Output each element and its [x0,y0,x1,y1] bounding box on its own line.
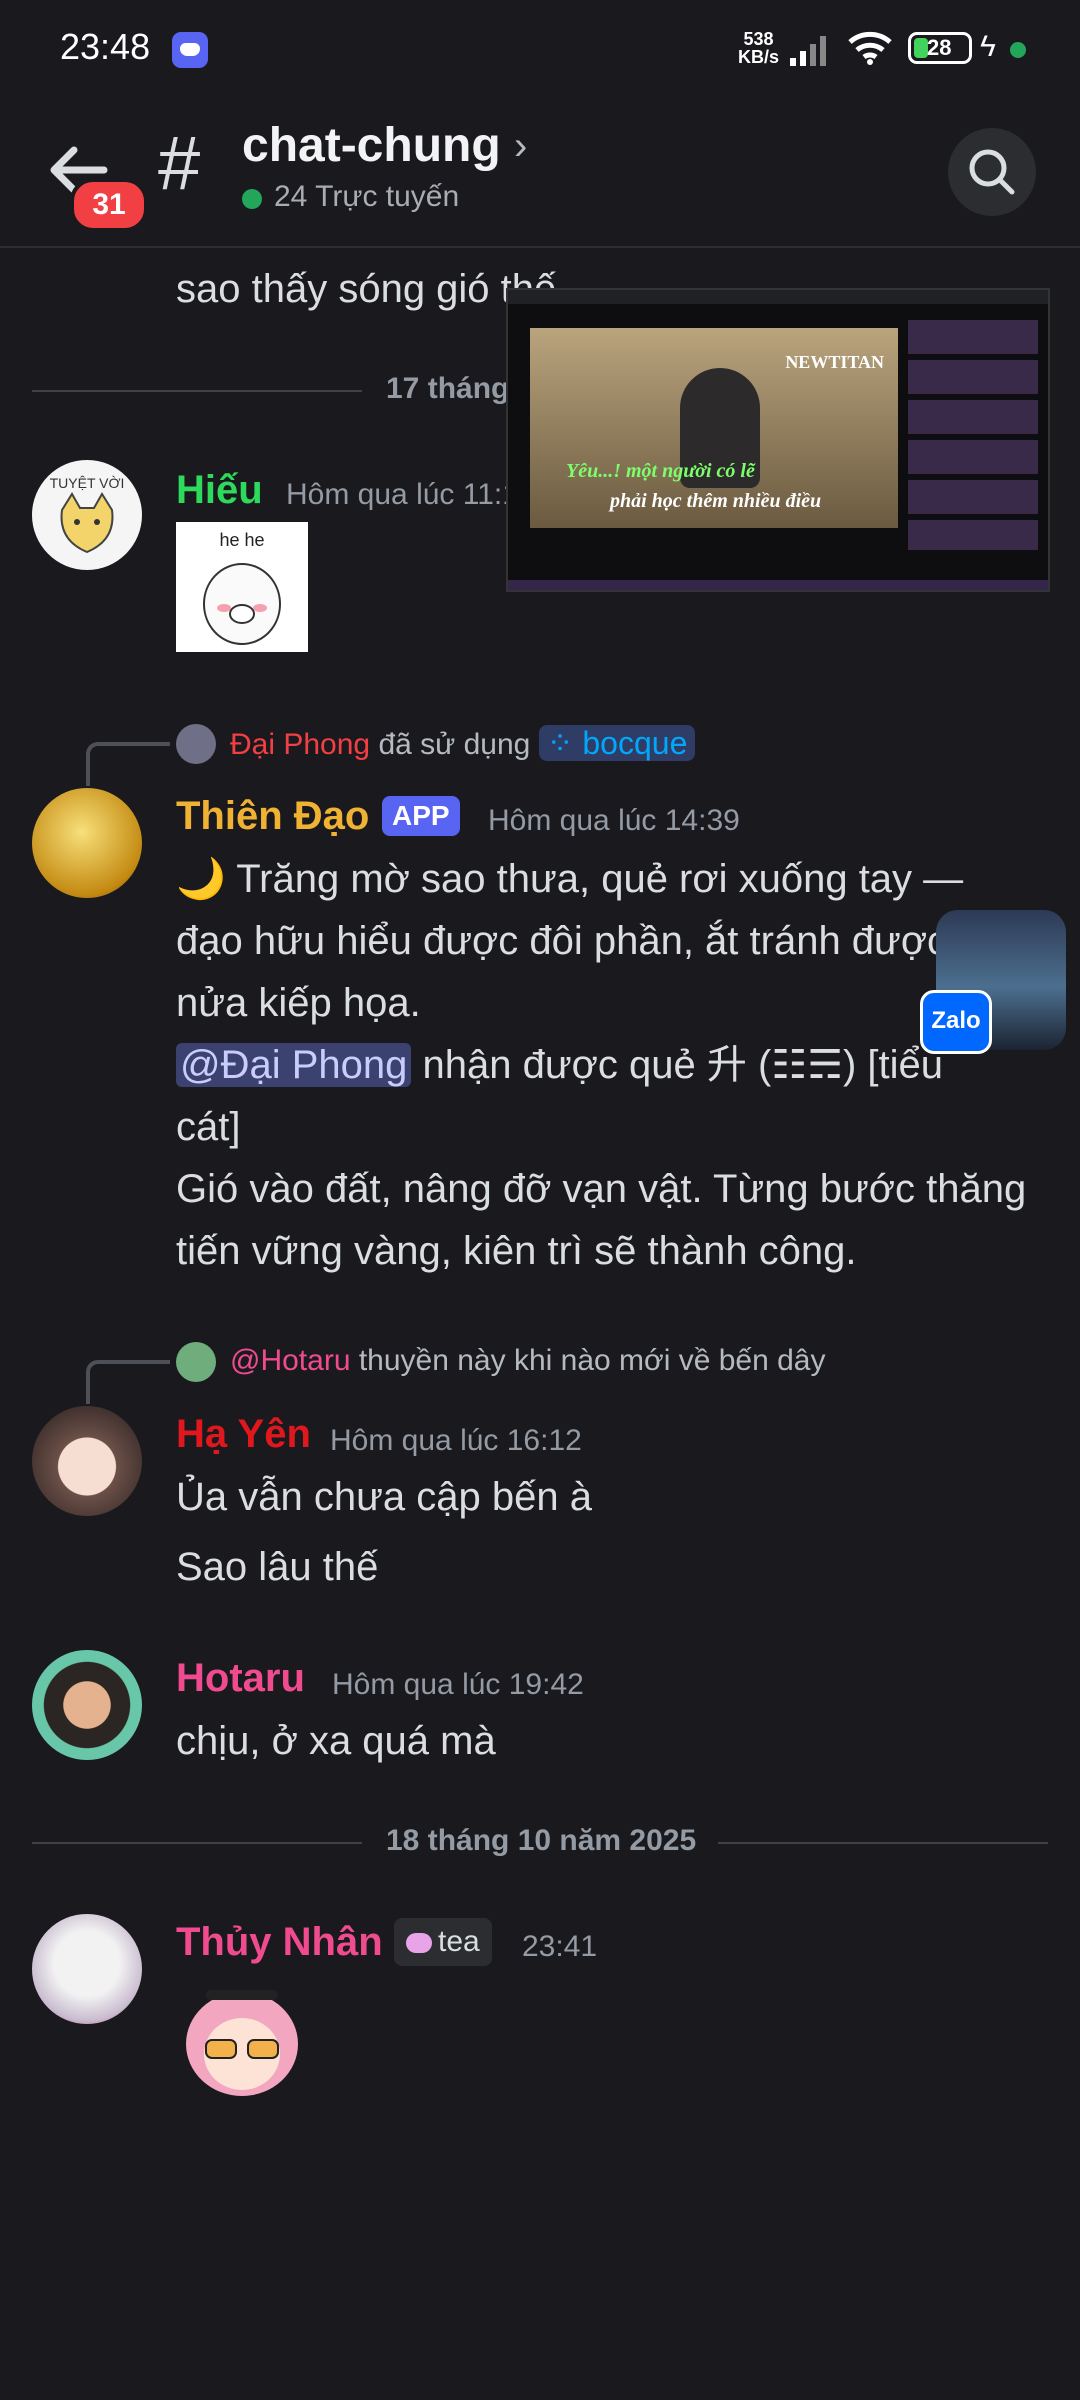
date-divider: 17 tháng [386,372,510,405]
date-divider-line [32,1842,362,1844]
zalo-floating-bubble[interactable]: Zalo [920,910,1080,1054]
message-line: Gió vào đất, nâng đỡ vạn vật. Từng bước … [176,1167,1027,1211]
reply-used-text: đã sử dụng [378,728,531,761]
message-text: sao thấy sóng gió thế [176,267,557,311]
battery-icon: 28 [908,32,972,64]
sticker-hehe[interactable]: he he [176,522,308,652]
timestamp: 23:41 [522,1930,598,1963]
avatar-hieu-text: TUYỆT VỜI [50,475,125,491]
user-mention[interactable]: @Đại Phong [176,1043,412,1087]
message-text: chịu, ở xa quá mà [176,1719,496,1763]
avatar-hotaru[interactable] [32,1650,142,1760]
search-button[interactable] [948,128,1036,216]
author-thuy-nhan[interactable]: Thủy Nhân [176,1920,383,1965]
zalo-icon: Zalo [920,990,992,1054]
timestamp: Hôm qua lúc 19:42 [332,1668,584,1701]
message-line: 🌙 Trăng mờ sao thưa, quẻ rơi xuống tay — [176,857,964,901]
role-tag[interactable]: tea [394,1918,492,1966]
author-hotaru[interactable]: Hotaru [176,1656,305,1701]
author-ha-yen[interactable]: Hạ Yên [176,1412,311,1457]
signal-icon [790,36,826,66]
role-tag-label: tea [438,1925,480,1958]
lyric-line: phải học thêm nhiều điều [610,490,822,512]
video-watermark: NEWTITAN [785,352,884,372]
reply-text: thuyền này khi nào mới về bến dây [358,1344,826,1377]
video-sidebar [908,320,1038,550]
reply-mention[interactable]: @Hotaru [230,1344,351,1377]
avatar-ha-yen[interactable] [32,1406,142,1516]
slash-command[interactable]: ⁘ bocque [538,725,696,761]
online-count: 24 Trực tuyến [274,180,460,213]
sticker-text: he he [219,530,264,550]
date-divider-line [32,390,362,392]
app-badge: APP [382,796,460,836]
message-fragment: nhận được quẻ 升 (☷☴) [tiểu [411,1043,944,1087]
hash-icon: # [158,121,201,206]
timestamp: Hôm qua lúc 11:1 [286,478,519,511]
online-dot [242,189,262,209]
network-speed: 538 KB/s [738,30,779,66]
notification-dot [1010,42,1026,58]
sticker-pink-girl[interactable] [176,1980,308,2104]
battery-level: 28 [927,35,952,60]
message-line: cát] [176,1105,241,1149]
channel-name[interactable]: chat-chung [242,118,501,173]
unread-badge: 31 [70,178,148,232]
reply-user[interactable]: Đại Phong [230,728,370,761]
date-divider-line [718,1842,1048,1844]
lyric-line: Yêu...! một người có lẽ [566,460,755,482]
timestamp: Hôm qua lúc 14:39 [488,804,740,837]
date-divider: 18 tháng 10 năm 2025 [386,1824,697,1857]
author-thien-dao[interactable]: Thiên Đạo [176,794,369,839]
status-time: 23:48 [60,26,151,67]
timestamp: Hôm qua lúc 16:12 [330,1424,582,1457]
reply-connector [86,1360,170,1404]
message-text: Ủa vẫn chưa cập bến à [176,1475,592,1519]
pip-video-window[interactable]: NEWTITAN Yêu...! một người có lẽ phải họ… [506,288,1050,592]
browser-tabbar [508,290,1048,304]
reply-connector [86,742,170,786]
reply-context[interactable]: @Hotaru thuyền này khi nào mới về bến dâ… [230,1344,825,1378]
avatar-dai-phong-small [176,724,216,764]
avatar-thuy-nhan[interactable] [32,1914,142,2024]
command-icon: ⁘ [546,725,574,761]
avatar-thien-dao[interactable] [32,788,142,898]
author-hieu[interactable]: Hiếu [176,468,263,513]
wifi-icon [848,31,892,65]
taskbar [508,580,1048,590]
charging-icon: ϟ [980,30,996,63]
chevron-right-icon[interactable]: › [514,124,527,169]
tea-icon [406,1933,432,1954]
network-speed-value: 538 [743,29,774,49]
search-icon [969,149,1015,195]
command-name: bocque [582,725,688,761]
video-frame[interactable]: NEWTITAN Yêu...! một người có lẽ phải họ… [530,328,898,528]
reply-context[interactable]: Đại Phong đã sử dụng ⁘ bocque [230,724,696,762]
header-divider [0,246,1080,248]
avatar-hieu[interactable]: TUYỆT VỜI [32,460,142,570]
message-text: Sao lâu thế [176,1545,379,1589]
discord-icon [172,32,208,68]
network-speed-unit: KB/s [738,47,780,67]
avatar-hotaru-small [176,1342,216,1382]
message-line: tiến vững vàng, kiên trì sẽ thành công. [176,1229,857,1273]
